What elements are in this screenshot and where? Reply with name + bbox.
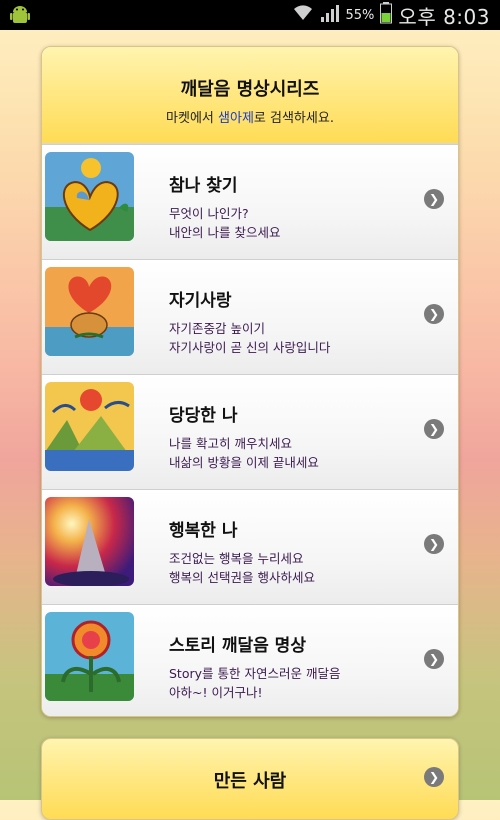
page-title: 깨달음 명상시리즈 bbox=[180, 79, 320, 100]
search-keyword: 샘아제 bbox=[218, 111, 254, 126]
chevron-right-icon[interactable]: ❯ bbox=[424, 649, 444, 669]
list-item-self-love[interactable]: 자기사랑 자기존중감 높이기 자기사랑이 곧 신의 사랑입니다 ❯ bbox=[42, 259, 458, 374]
true-self-thumbnail bbox=[45, 152, 134, 241]
wifi-icon bbox=[292, 4, 314, 26]
subtitle-text: 로 검색하세요. bbox=[253, 111, 334, 126]
item-text: 행복한 나 조건없는 행복을 누리세요 행복의 선택권을 행사하세요 bbox=[169, 516, 315, 587]
confident-self-thumbnail bbox=[45, 382, 134, 471]
item-title: 자기사랑 bbox=[169, 291, 232, 311]
item-desc-1: 무엇이 나인가? bbox=[169, 206, 249, 221]
creator-title: 만든 사람 bbox=[213, 771, 287, 792]
happy-self-thumbnail bbox=[45, 497, 134, 586]
item-title: 당당한 나 bbox=[169, 406, 238, 426]
subtitle-text: 마켓에서 bbox=[166, 111, 219, 126]
creator-card[interactable]: 만든 사람 ❯ bbox=[41, 738, 459, 820]
item-text: 당당한 나 나를 확고히 깨우치세요 내삶의 방황을 이제 끝내세요 bbox=[169, 401, 319, 472]
item-desc-1: Story를 통한 자연스러운 깨달음 bbox=[169, 666, 341, 681]
item-desc-1: 나를 확고히 깨우치세요 bbox=[169, 436, 292, 451]
story-meditation-thumbnail bbox=[45, 612, 134, 701]
item-title: 스토리 깨달음 명상 bbox=[169, 636, 306, 656]
battery-icon bbox=[380, 2, 393, 28]
meditation-series-card: 깨달음 명상시리즈 마켓에서 샘아제로 검색하세요. 참나 찾기 무엇이 나인가… bbox=[41, 46, 459, 717]
item-desc-2: 자기사랑이 곧 신의 사랑입니다 bbox=[169, 340, 331, 355]
chevron-right-icon[interactable]: ❯ bbox=[424, 767, 444, 787]
item-text: 스토리 깨달음 명상 Story를 통한 자연스러운 깨달음 아하~! 이거구나… bbox=[169, 631, 340, 702]
chevron-right-icon[interactable]: ❯ bbox=[424, 419, 444, 439]
item-desc-1: 자기존중감 높이기 bbox=[169, 321, 265, 336]
list-item-confident-self[interactable]: 당당한 나 나를 확고히 깨우치세요 내삶의 방황을 이제 끝내세요 ❯ bbox=[42, 374, 458, 489]
item-desc-2: 내삶의 방황을 이제 끝내세요 bbox=[169, 455, 319, 470]
android-icon bbox=[8, 3, 32, 27]
chevron-right-icon[interactable]: ❯ bbox=[424, 534, 444, 554]
item-text: 자기사랑 자기존중감 높이기 자기사랑이 곧 신의 사랑입니다 bbox=[169, 286, 330, 357]
battery-percent: 55% bbox=[345, 7, 375, 23]
chevron-right-icon[interactable]: ❯ bbox=[424, 189, 444, 209]
item-desc-2: 아하~! 이거구나! bbox=[169, 685, 263, 700]
status-bar: 55% 오후 8:03 bbox=[0, 0, 500, 30]
item-desc-2: 행복의 선택권을 행사하세요 bbox=[169, 570, 315, 585]
self-love-thumbnail bbox=[45, 267, 134, 356]
list-item-true-self[interactable]: 참나 찾기 무엇이 나인가? 내안의 나를 찾으세요 ❯ bbox=[42, 144, 458, 259]
item-title: 행복한 나 bbox=[169, 521, 238, 541]
list-item-happy-self[interactable]: 행복한 나 조건없는 행복을 누리세요 행복의 선택권을 행사하세요 ❯ bbox=[42, 489, 458, 604]
chevron-right-icon[interactable]: ❯ bbox=[424, 304, 444, 324]
market-search-hint: 마켓에서 샘아제로 검색하세요. bbox=[42, 107, 458, 126]
clock: 오후 8:03 bbox=[398, 4, 490, 29]
card-header: 깨달음 명상시리즈 마켓에서 샘아제로 검색하세요. bbox=[42, 47, 458, 144]
list-item-story-meditation[interactable]: 스토리 깨달음 명상 Story를 통한 자연스러운 깨달음 아하~! 이거구나… bbox=[42, 604, 458, 716]
item-title: 참나 찾기 bbox=[169, 176, 238, 196]
item-desc-2: 내안의 나를 찾으세요 bbox=[169, 225, 281, 240]
signal-icon bbox=[320, 3, 340, 27]
item-text: 참나 찾기 무엇이 나인가? 내안의 나를 찾으세요 bbox=[169, 171, 280, 242]
item-desc-1: 조건없는 행복을 누리세요 bbox=[169, 551, 304, 566]
